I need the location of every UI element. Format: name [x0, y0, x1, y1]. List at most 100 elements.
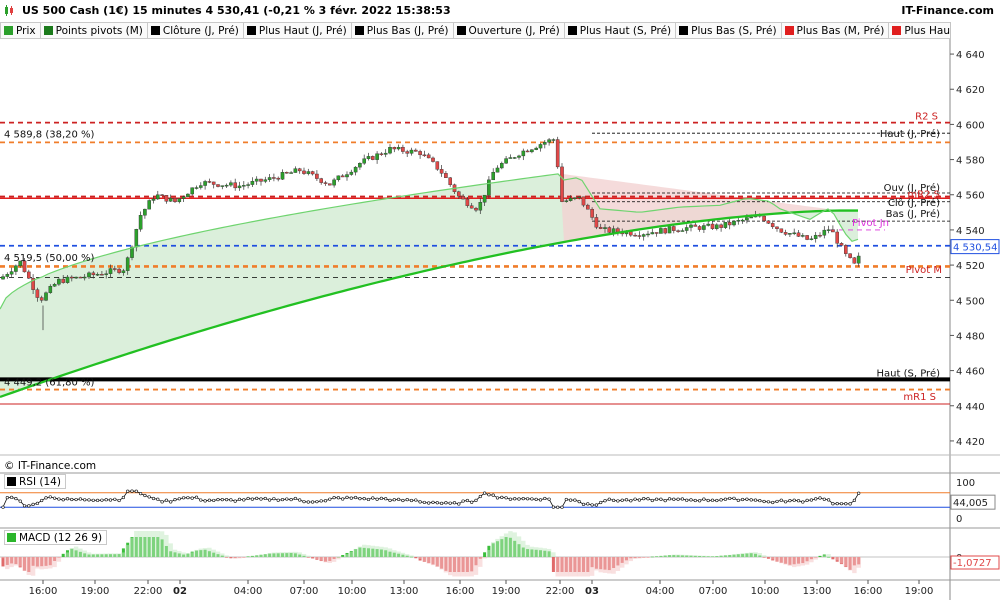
candle-body [646, 233, 650, 236]
legend-item-1[interactable]: Points pivots (M) [40, 22, 148, 39]
macd-legend[interactable]: MACD (12 26 9) [4, 530, 108, 545]
rsi-value: 44,005 [953, 498, 988, 509]
candle-body [818, 234, 822, 237]
price-tick: 4 520 [956, 261, 985, 272]
legend-swatch-icon [354, 26, 364, 35]
candle-body [590, 209, 594, 218]
candle-body [706, 223, 710, 226]
legend-swatch-icon [892, 26, 902, 35]
level-label: R2 S [915, 112, 938, 123]
candle-body [297, 168, 302, 172]
price-tick: 4 460 [956, 367, 985, 378]
legend-item-6[interactable]: Plus Haut (S, Pré) [564, 22, 677, 39]
candle-body [457, 191, 461, 197]
candle-body [667, 226, 672, 234]
candle-body [203, 181, 207, 186]
candle-body [736, 220, 741, 222]
level-label: Clô (J, Pré) [888, 197, 940, 209]
candle-body [422, 154, 427, 157]
time-axis: 16:00 19:00 22:00 02 04:00 07:00 10:00 13:00 16:… [29, 580, 933, 597]
macd-bar [762, 557, 766, 558]
time-tick: 16:00 [29, 586, 58, 597]
candle-body [560, 166, 564, 202]
chart-title: US 500 Cash (1€) 15 minutes 4 530,41 (-0… [22, 4, 451, 17]
candle-body [82, 276, 87, 279]
legend-swatch-icon [784, 26, 794, 35]
candle-body [826, 229, 831, 231]
candle-body [598, 226, 603, 229]
candle-body [121, 270, 126, 273]
candle-body [715, 224, 719, 229]
candle-body [844, 245, 848, 254]
time-tick: 07:00 [699, 586, 728, 597]
candle-body [573, 197, 577, 199]
level-label: Bas (J, Pré) [886, 208, 940, 220]
macd-bar [831, 557, 835, 560]
candle-body [702, 225, 706, 230]
legend-label: Plus Haut (J, Pré) [258, 24, 347, 37]
time-tick: 03 [585, 586, 599, 597]
candle-body [568, 197, 573, 201]
legend-item-3[interactable]: Plus Haut (J, Pré) [243, 22, 352, 39]
time-tick: 07:00 [290, 586, 319, 597]
time-tick: 10:00 [751, 586, 780, 597]
candle-body [164, 195, 169, 202]
candle-body [762, 215, 766, 222]
candle-body [745, 217, 749, 221]
candle-body [482, 194, 487, 203]
candle-body [168, 198, 173, 202]
candle-body [134, 229, 139, 248]
candle-body [693, 224, 698, 227]
candle-body [517, 155, 521, 158]
candle-body [336, 175, 341, 181]
candle-body [65, 276, 70, 283]
candle-body [414, 149, 418, 152]
candle-body [392, 147, 397, 150]
candle-body [306, 171, 311, 174]
level-label: Haut (J, Pré) [880, 128, 940, 140]
time-tick: 19:00 [492, 586, 521, 597]
candle-body [186, 193, 190, 197]
candle-body [770, 223, 775, 228]
candle-body [319, 178, 324, 183]
legend-swatch-icon [150, 26, 160, 35]
candle-body [719, 224, 723, 228]
legend-item-8[interactable]: Plus Bas (M, Pré) [781, 22, 890, 39]
level-label: 4 449,2 (61,80 %) [4, 378, 95, 389]
current-price-label: 4 530,54 [953, 243, 998, 254]
price-tick: 4 620 [956, 85, 985, 96]
price-tick: 4 480 [956, 331, 985, 342]
candle-body [650, 232, 655, 235]
candle-body [478, 202, 483, 211]
candle-body [775, 226, 779, 229]
candle-body [224, 184, 229, 187]
time-tick: 22:00 [134, 586, 163, 597]
legend-item-9[interactable]: Plus Haut (M, Pré) [889, 22, 950, 39]
level-label: Pivot Jn [852, 218, 889, 229]
candle-body [138, 215, 143, 230]
macd-bar [551, 557, 555, 572]
candle-body [461, 195, 465, 200]
rsi-legend[interactable]: RSI (14) [4, 474, 66, 489]
legend-item-4[interactable]: Plus Bas (J, Pré) [351, 22, 454, 39]
legend-item-5[interactable]: Ouverture (J, Pré) [453, 22, 565, 39]
macd-value: -1,0727 [953, 558, 992, 569]
candle-body [852, 257, 857, 264]
legend-swatch-icon [4, 26, 13, 35]
candle-body [697, 226, 702, 230]
legend-item-7[interactable]: Plus Bas (S, Pré) [676, 22, 782, 39]
candle-body [112, 268, 117, 270]
candle-body [723, 222, 728, 228]
time-tick: 22:00 [546, 586, 575, 597]
candle-body [27, 271, 31, 279]
candle-body [216, 184, 220, 187]
candle-body [500, 163, 504, 169]
candle-body [108, 268, 113, 274]
candle-body [448, 177, 453, 185]
candle-body [521, 150, 526, 157]
legend-item-2[interactable]: Clôture (J, Pré) [147, 22, 244, 39]
level-label: Pivot M [906, 265, 942, 276]
legend-item-0[interactable]: Prix [0, 22, 41, 39]
candle-body [173, 198, 177, 203]
rsi-title: RSI (14) [19, 475, 61, 488]
